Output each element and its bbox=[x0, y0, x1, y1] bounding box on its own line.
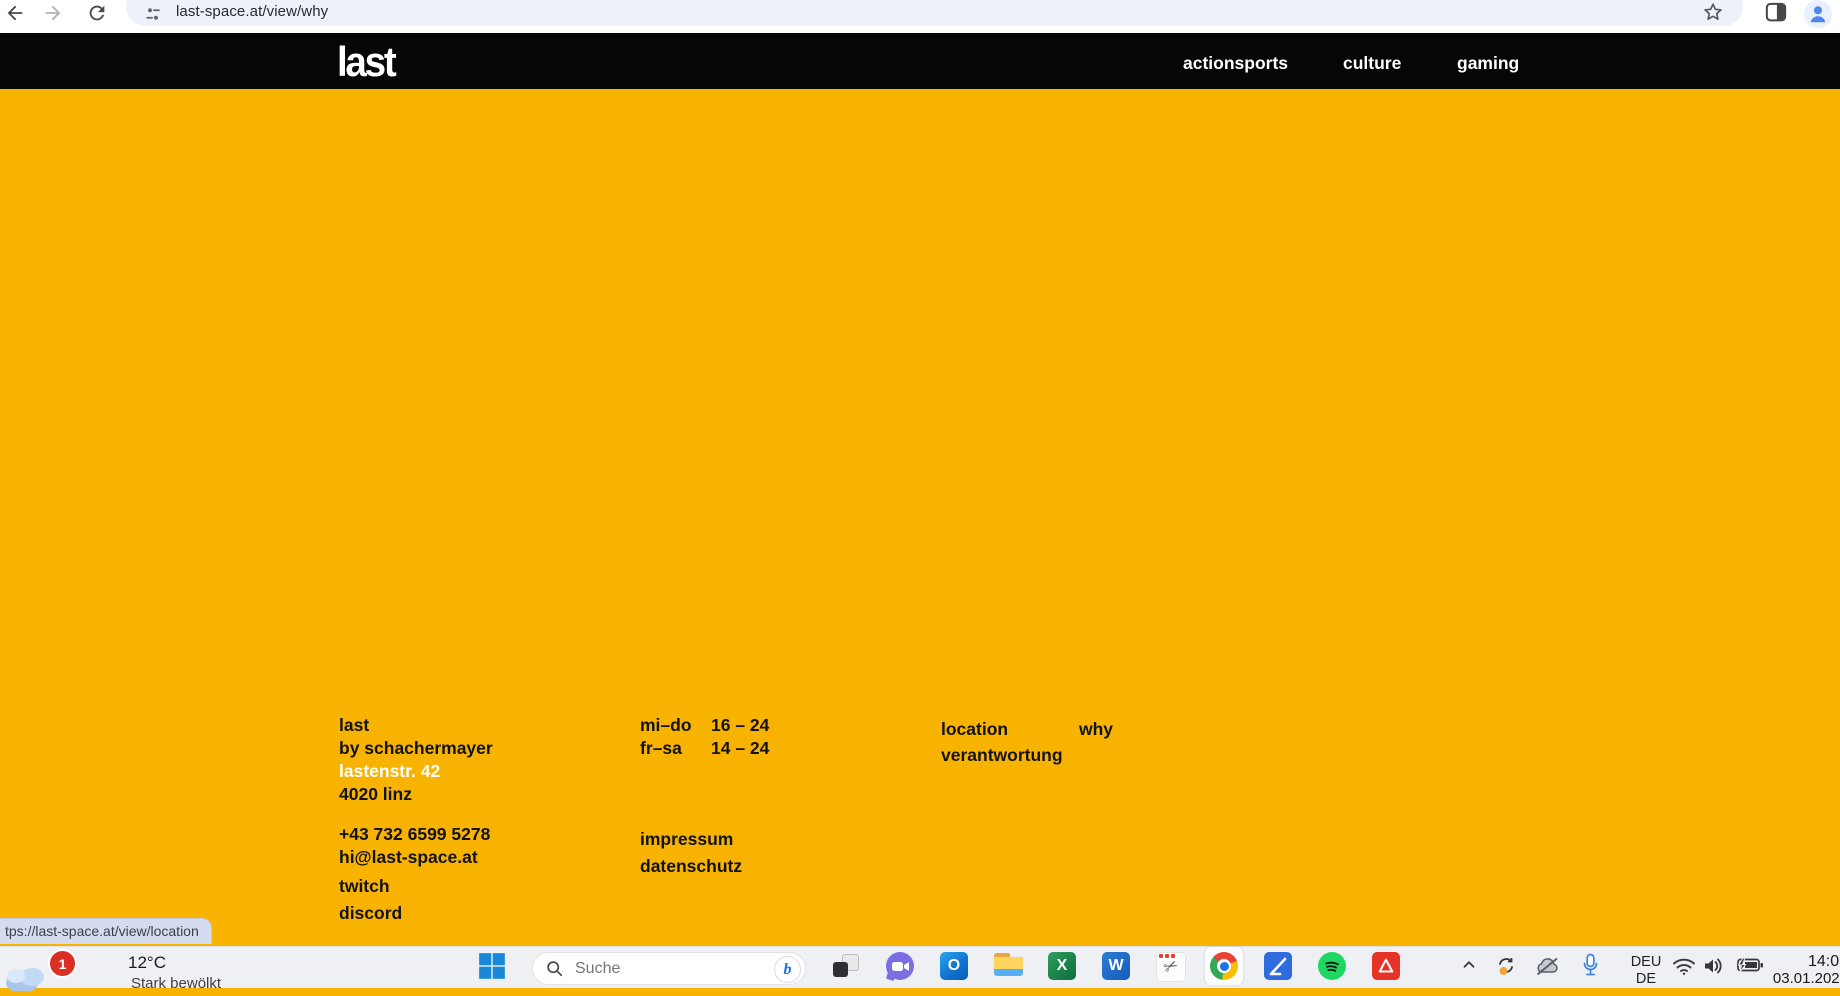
onedrive-offline-icon[interactable] bbox=[1534, 956, 1561, 982]
footer-links-col2: why bbox=[1079, 716, 1113, 742]
taskbar-apps: b O X W bbox=[478, 952, 1400, 985]
footer-contact: +43 732 6599 5278 hi@last-space.at twitc… bbox=[339, 823, 490, 925]
footer-links-col1: location verantwortung bbox=[941, 716, 1063, 768]
footer-hours: mi–do 16 – 24 fr–sa 14 – 24 bbox=[640, 714, 769, 760]
taskbar: 1 12°C Stark bewölkt b bbox=[0, 946, 1840, 988]
taskbar-clock[interactable]: 14:05 03.01.2024 bbox=[1752, 953, 1840, 987]
clock-date: 03.01.2024 bbox=[1752, 970, 1840, 987]
hours-time: 14 – 24 bbox=[711, 737, 769, 760]
footer-why-link[interactable]: why bbox=[1079, 716, 1113, 742]
drawing-app-icon[interactable] bbox=[1264, 952, 1292, 980]
task-view-front-square bbox=[833, 962, 848, 977]
search-icon bbox=[546, 960, 563, 977]
forward-icon[interactable] bbox=[42, 2, 66, 26]
hours-days: mi–do bbox=[640, 714, 711, 737]
footer-legal: impressum datenschutz bbox=[640, 826, 742, 880]
profile-avatar[interactable] bbox=[1804, 0, 1832, 28]
volume-icon[interactable] bbox=[1702, 956, 1726, 981]
status-link-preview: tps://last-space.at/view/location bbox=[0, 918, 212, 944]
footer-street-link[interactable]: lastenstr. 42 bbox=[339, 760, 493, 783]
search-input[interactable] bbox=[573, 959, 747, 979]
taskbar-search[interactable]: b bbox=[532, 952, 806, 985]
language-primary: DEU bbox=[1624, 954, 1668, 971]
site-settings-icon[interactable] bbox=[144, 5, 162, 23]
language-secondary: DE bbox=[1624, 971, 1668, 988]
file-explorer-icon[interactable] bbox=[994, 952, 1022, 980]
hours-days: fr–sa bbox=[640, 737, 711, 760]
reload-icon[interactable] bbox=[86, 2, 110, 26]
snipping-tool-icon[interactable]: ✂ bbox=[1156, 952, 1184, 980]
site-logo[interactable]: last bbox=[337, 38, 394, 86]
screen: { "browser": { "url": "last-space.at/vie… bbox=[0, 0, 1840, 987]
sync-update-icon[interactable] bbox=[1494, 954, 1518, 983]
url-text[interactable]: last-space.at/view/why bbox=[176, 3, 328, 20]
browser-toolbar: last-space.at/view/why bbox=[0, 0, 1840, 33]
task-view-button[interactable] bbox=[832, 952, 860, 980]
hours-row: fr–sa 14 – 24 bbox=[640, 737, 769, 760]
chrome-icon[interactable] bbox=[1210, 952, 1238, 980]
site-header: last actionsports culture gaming bbox=[0, 33, 1840, 89]
footer-email-link[interactable]: hi@last-space.at bbox=[339, 846, 490, 869]
footer-impressum-link[interactable]: impressum bbox=[640, 826, 742, 853]
hours-time: 16 – 24 bbox=[711, 714, 769, 737]
footer-brand-line: last bbox=[339, 714, 493, 737]
weather-cloud-icon[interactable] bbox=[2, 961, 54, 996]
notification-badge: 1 bbox=[48, 949, 77, 978]
spotify-icon[interactable] bbox=[1318, 952, 1346, 980]
footer-twitch-link[interactable]: twitch bbox=[339, 875, 490, 898]
video-chat-app-icon[interactable] bbox=[886, 952, 914, 980]
weather-temperature[interactable]: 12°C bbox=[128, 953, 166, 973]
address-bar[interactable] bbox=[126, 0, 1743, 26]
bing-chat-icon[interactable]: b bbox=[774, 956, 801, 983]
page-body bbox=[0, 89, 1840, 946]
side-panel-icon[interactable] bbox=[1765, 2, 1787, 22]
start-button[interactable] bbox=[478, 952, 506, 980]
bookmark-star-icon[interactable] bbox=[1702, 1, 1724, 23]
footer-phone-link[interactable]: +43 732 6599 5278 bbox=[339, 823, 490, 846]
language-switcher[interactable]: DEU DE bbox=[1624, 954, 1668, 988]
nav-gaming[interactable]: gaming bbox=[1457, 53, 1519, 74]
back-icon[interactable] bbox=[4, 2, 28, 26]
footer-city-link[interactable]: 4020 linz bbox=[339, 783, 493, 806]
nav-culture[interactable]: culture bbox=[1343, 53, 1401, 74]
tray-chevron-up-icon[interactable] bbox=[1460, 956, 1478, 979]
footer-brand-address: last by schachermayer lastenstr. 42 4020… bbox=[339, 714, 493, 806]
footer-brand-line: by schachermayer bbox=[339, 737, 493, 760]
wifi-icon[interactable] bbox=[1672, 958, 1696, 981]
footer-datenschutz-link[interactable]: datenschutz bbox=[640, 853, 742, 880]
outlook-icon[interactable]: O bbox=[940, 952, 968, 980]
weather-condition[interactable]: Stark bewölkt bbox=[131, 975, 221, 992]
hours-row: mi–do 16 – 24 bbox=[640, 714, 769, 737]
excel-icon[interactable]: X bbox=[1048, 952, 1076, 980]
footer-verantwortung-link[interactable]: verantwortung bbox=[941, 742, 1063, 768]
microphone-icon[interactable] bbox=[1582, 953, 1599, 983]
footer-discord-link[interactable]: discord bbox=[339, 902, 490, 925]
word-icon[interactable]: W bbox=[1102, 952, 1130, 980]
footer-location-link[interactable]: location bbox=[941, 716, 1063, 742]
nav-actionsports[interactable]: actionsports bbox=[1183, 53, 1288, 74]
clock-time: 14:05 bbox=[1752, 953, 1840, 970]
acrobat-icon[interactable] bbox=[1372, 952, 1400, 980]
